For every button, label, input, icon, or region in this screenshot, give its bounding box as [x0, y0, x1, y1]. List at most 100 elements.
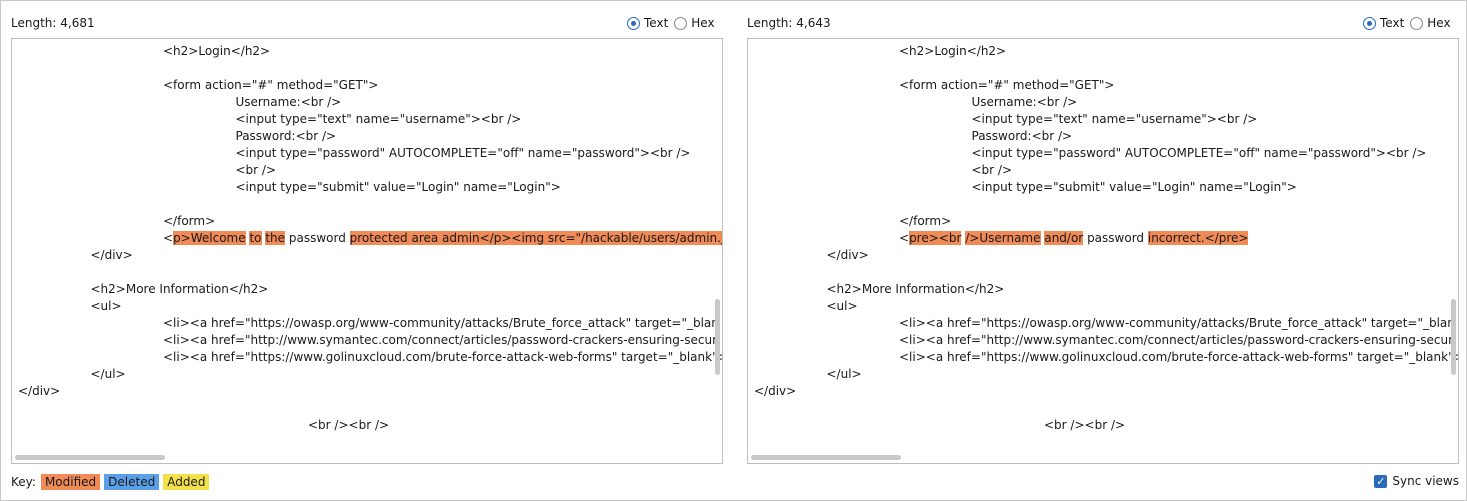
- code-line: </form>: [18, 213, 722, 230]
- code-line: </ul>: [18, 366, 722, 383]
- code-text: <h2>Login</h2>: [899, 44, 1007, 58]
- radio-selected-icon: [1363, 16, 1376, 30]
- code-line: </form>: [754, 213, 1458, 230]
- code-text: Username:<br />: [971, 95, 1078, 109]
- left-hex-radio[interactable]: Hex: [674, 16, 715, 30]
- right-view-mode: Text Hex: [1363, 16, 1457, 30]
- diff-key-legend: Key: Modified Deleted Added: [11, 474, 213, 490]
- code-line: <form action="#" method="GET">: [18, 77, 722, 94]
- code-text: <form action="#" method="GET">: [163, 78, 379, 92]
- code-text: <h2>Login</h2>: [163, 44, 271, 58]
- code-line: <li><a href="http://www.symantec.com/con…: [18, 332, 722, 349]
- code-text: <: [899, 231, 910, 245]
- code-line: </div>: [754, 383, 1458, 400]
- right-hex-radio[interactable]: Hex: [1410, 16, 1451, 30]
- modified-text: the: [265, 231, 286, 245]
- code-line: <h2>More Information</h2>: [18, 281, 722, 298]
- modified-text: to: [249, 231, 262, 245]
- left-text-radio[interactable]: Text: [627, 16, 668, 30]
- code-text: Password:<br />: [235, 129, 337, 143]
- code-text: </div>: [826, 248, 869, 262]
- code-line: </ul>: [754, 366, 1458, 383]
- code-line: <br />: [754, 162, 1458, 179]
- code-line: <input type="submit" value="Login" name=…: [754, 179, 1458, 196]
- code-line: <input type="submit" value="Login" name=…: [18, 179, 722, 196]
- sync-views-checkbox[interactable]: ✓ Sync views: [1374, 474, 1459, 488]
- code-line: <form action="#" method="GET">: [754, 77, 1458, 94]
- code-line: </div>: [18, 247, 722, 264]
- code-text: Username:<br />: [235, 95, 342, 109]
- code-text: </div>: [754, 384, 797, 398]
- modified-swatch: Modified: [40, 474, 101, 490]
- modified-text: p>Welcome: [173, 231, 246, 245]
- code-text: </form>: [163, 214, 216, 228]
- left-vertical-scrollbar[interactable]: [715, 299, 720, 375]
- right-text-radio-label: Text: [1380, 16, 1405, 30]
- code-line: </div>: [754, 247, 1458, 264]
- code-line: Password:<br />: [754, 128, 1458, 145]
- code-text: <ul>: [90, 299, 122, 313]
- code-line: <br /><br />: [18, 417, 722, 434]
- left-code-view: <h2>Login</h2> <form action="#" method="G…: [18, 43, 723, 434]
- right-code-view: <h2>Login</h2> <form action="#" method="G…: [754, 43, 1458, 434]
- code-text: <input type="submit" value="Login" name=…: [971, 180, 1297, 194]
- right-vertical-scrollbar[interactable]: [1451, 299, 1456, 375]
- code-line: <h2>More Information</h2>: [754, 281, 1458, 298]
- code-line: <li><a href="https://owasp.org/www-commu…: [754, 315, 1458, 332]
- code-line: <ul>: [754, 298, 1458, 315]
- code-line: <h2>Login</h2>: [754, 43, 1458, 60]
- code-text: <br /><br />: [308, 418, 390, 432]
- code-text: </div>: [90, 248, 133, 262]
- code-line: <li><a href="https://www.golinuxcloud.co…: [754, 349, 1458, 366]
- code-line: <li><a href="https://owasp.org/www-commu…: [18, 315, 722, 332]
- right-horizontal-scrollbar[interactable]: [751, 455, 901, 460]
- deleted-swatch: Deleted: [104, 474, 160, 490]
- code-text: <li><a href="http://www.symantec.com/con…: [163, 333, 718, 347]
- left-horizontal-scrollbar[interactable]: [15, 455, 165, 460]
- code-text: <input type="password" AUTOCOMPLETE="off…: [235, 146, 691, 160]
- code-line: <li><a href="http://www.symantec.com/con…: [754, 332, 1458, 349]
- sync-views-label: Sync views: [1392, 474, 1459, 488]
- code-line: Password:<br />: [18, 128, 722, 145]
- code-text: <li><a href="https://www.golinuxcloud.co…: [163, 350, 723, 364]
- right-hex-radio-label: Hex: [1427, 16, 1451, 30]
- code-text: <form action="#" method="GET">: [899, 78, 1115, 92]
- left-text-pane[interactable]: <h2>Login</h2> <form action="#" method="G…: [11, 38, 723, 464]
- code-line: Username:<br />: [18, 94, 722, 111]
- code-line: Username:<br />: [754, 94, 1458, 111]
- code-text: <br />: [971, 163, 1013, 177]
- code-line: <input type="password" AUTOCOMPLETE="off…: [754, 145, 1458, 162]
- code-text: <input type="text" name="username"><br /…: [235, 112, 522, 126]
- code-line: <input type="text" name="username"><br /…: [18, 111, 722, 128]
- code-text: password: [285, 231, 350, 245]
- modified-text: and/or: [1044, 231, 1084, 245]
- left-text-radio-label: Text: [644, 16, 669, 30]
- code-text: <br /><br />: [1044, 418, 1126, 432]
- code-text: <li><a href="http://www.symantec.com/con…: [899, 333, 1454, 347]
- code-text: <li><a href="https://owasp.org/www-commu…: [163, 316, 719, 330]
- code-line: <input type="text" name="username"><br /…: [754, 111, 1458, 128]
- code-line: </div>: [18, 383, 722, 400]
- right-text-pane[interactable]: <h2>Login</h2> <form action="#" method="G…: [747, 38, 1459, 464]
- code-line: <ul>: [18, 298, 722, 315]
- radio-unselected-icon: [674, 16, 688, 30]
- left-length-label: Length: 4,681: [11, 16, 95, 30]
- code-text: <li><a href="https://owasp.org/www-commu…: [899, 316, 1455, 330]
- right-length-label: Length: 4,643: [747, 16, 831, 30]
- code-text: </ul>: [826, 367, 862, 381]
- code-line: <li><a href="https://www.golinuxcloud.co…: [18, 349, 723, 366]
- right-text-radio[interactable]: Text: [1363, 16, 1404, 30]
- code-line: <br />: [18, 162, 722, 179]
- radio-selected-icon: [627, 16, 640, 30]
- code-text: Password:<br />: [971, 129, 1073, 143]
- key-label: Key:: [11, 475, 36, 489]
- modified-text: protected area admin</p><img src="/hacka…: [349, 231, 723, 245]
- modified-text: incorrect.</pre>: [1147, 231, 1249, 245]
- left-view-mode: Text Hex: [627, 16, 721, 30]
